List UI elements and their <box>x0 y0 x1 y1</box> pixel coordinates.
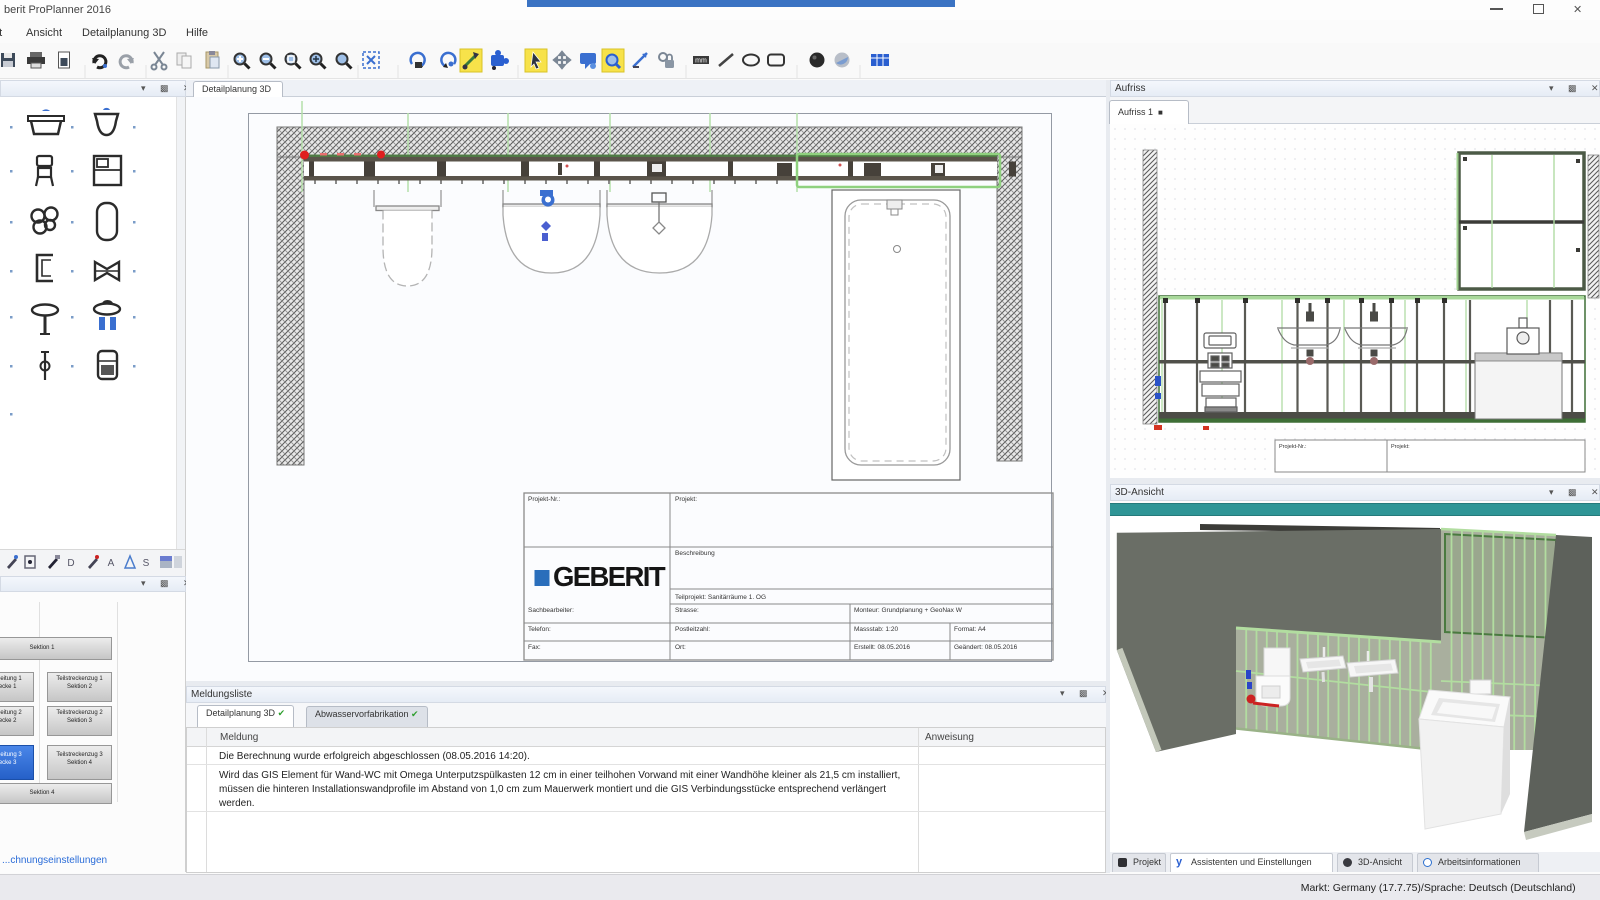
svg-text:mm: mm <box>695 58 707 65</box>
svg-text:Projekt:: Projekt: <box>1391 444 1410 450</box>
svg-text:Fax:: Fax: <box>528 644 541 651</box>
svg-text:Postleitzahl:: Postleitzahl: <box>675 626 710 633</box>
svg-text:A: A <box>108 558 115 569</box>
svg-text:Telefon:: Telefon: <box>528 626 551 633</box>
svg-text:Projekt:: Projekt: <box>675 496 697 503</box>
svg-text:S: S <box>143 558 150 569</box>
svg-text:GEBERIT: GEBERIT <box>553 561 666 592</box>
svg-text:Format: A4: Format: A4 <box>954 626 986 633</box>
svg-text:Teilprojekt: Sanitärräume 1.: Teilprojekt: Sanitärräume 1. OG <box>675 594 766 601</box>
svg-text:Beschreibung: Beschreibung <box>675 550 715 557</box>
svg-text:Massstab: 1:20: Massstab: 1:20 <box>854 626 898 633</box>
svg-text:Sachbearbeiter:: Sachbearbeiter: <box>528 607 574 614</box>
svg-text:D: D <box>67 558 74 569</box>
svg-text:Projekt-Nr.:: Projekt-Nr.: <box>528 496 561 503</box>
svg-text:Ort:: Ort: <box>675 644 686 651</box>
svg-text:Geändert: 08.05.2016: Geändert: 08.05.2016 <box>954 644 1018 651</box>
svg-text:Projekt-Nr.:: Projekt-Nr.: <box>1279 444 1307 450</box>
svg-text:Monteur: Grundplanung + GeoNax: Monteur: Grundplanung + GeoNax W <box>854 607 963 614</box>
svg-text:Erstellt: 08.05.2016: Erstellt: 08.05.2016 <box>854 644 910 651</box>
svg-text:Strasse:: Strasse: <box>675 607 699 614</box>
